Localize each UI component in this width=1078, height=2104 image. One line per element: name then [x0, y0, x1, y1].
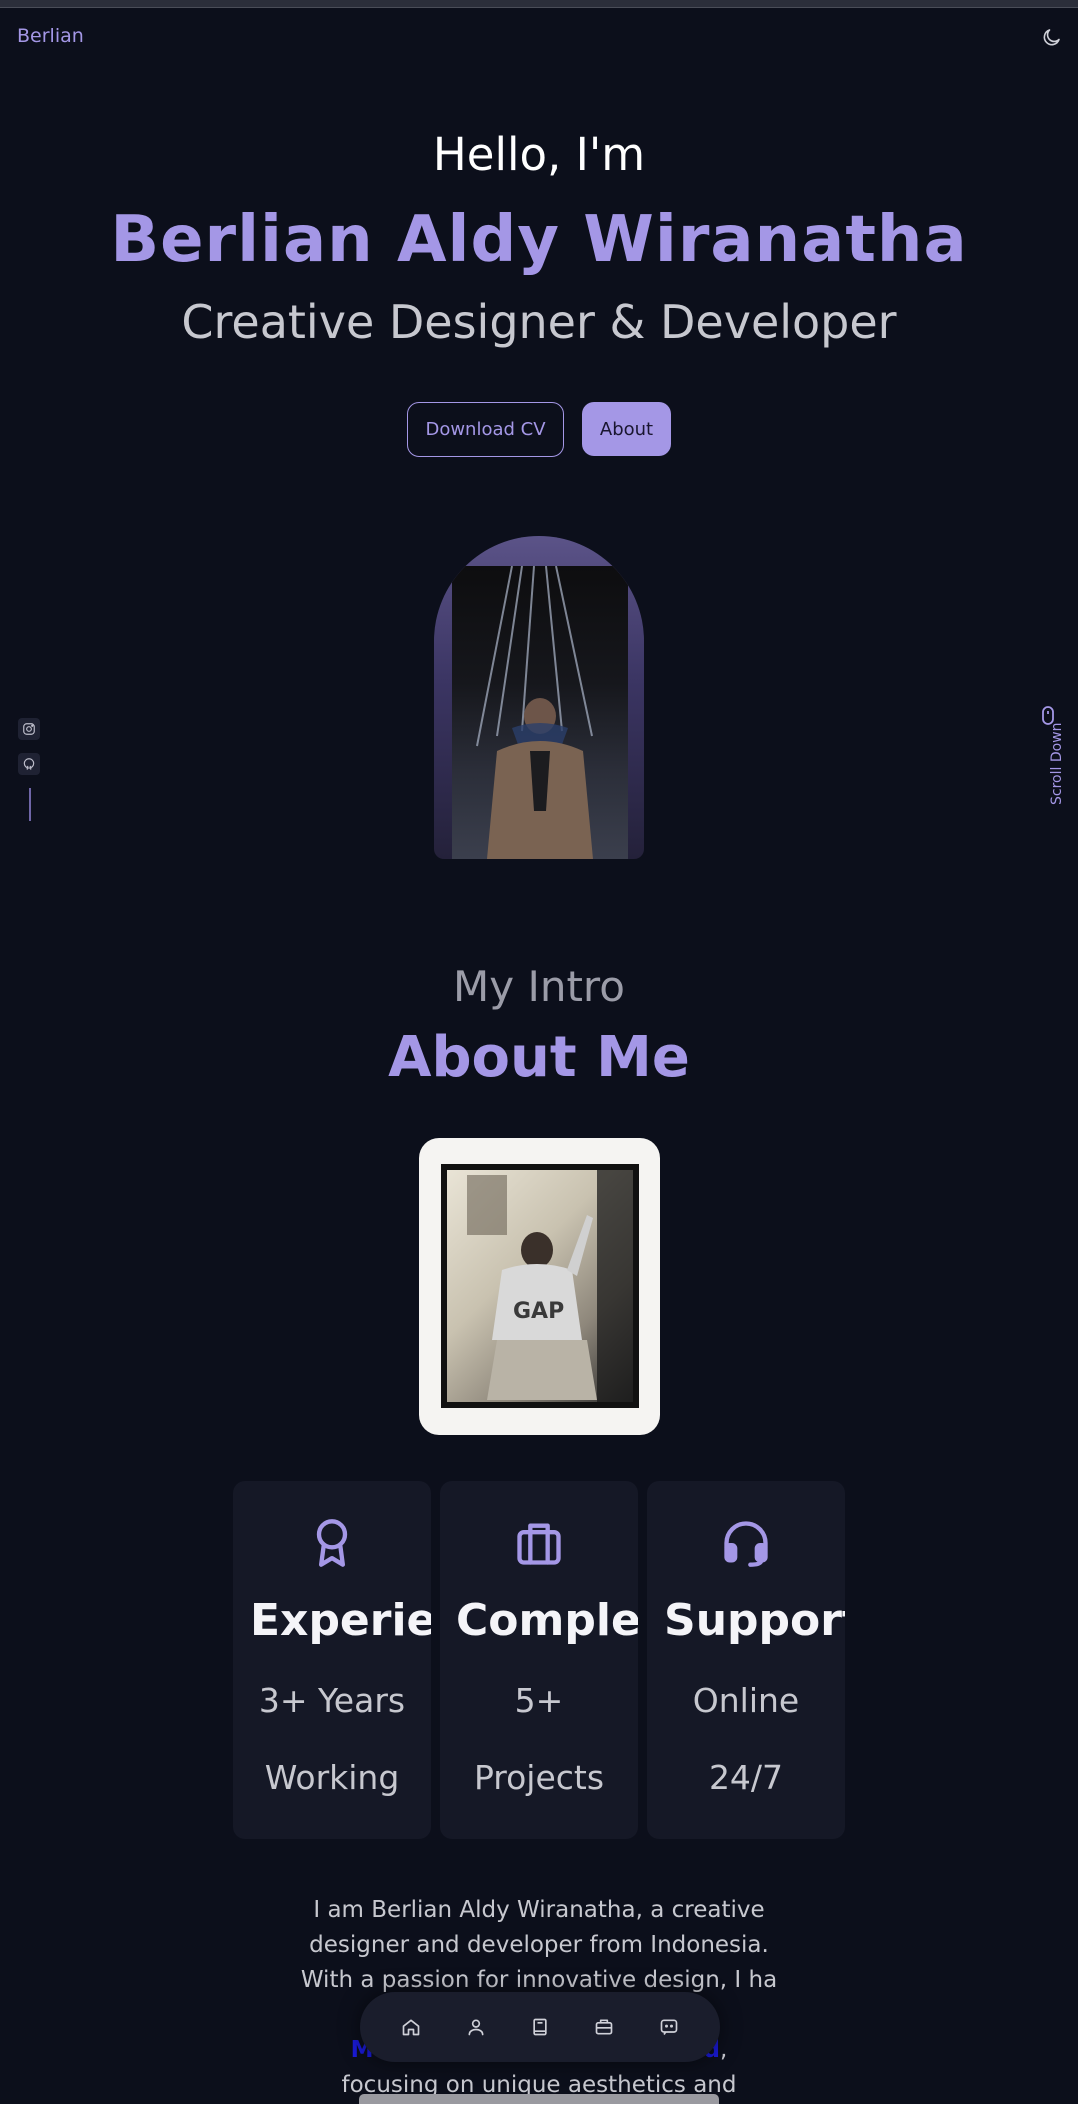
about-photo: GAP	[441, 1164, 639, 1408]
hero-photo	[452, 566, 628, 859]
scroll-down-label[interactable]: Scroll Down	[1049, 723, 1065, 806]
social-links	[18, 718, 42, 821]
card-value: Online	[692, 1681, 800, 1720]
card-caption: 24/7	[708, 1758, 784, 1797]
bio-text: I am Berlian Aldy Wiranatha, a creative …	[300, 1897, 778, 1993]
instagram-icon[interactable]	[18, 718, 40, 740]
hero-greeting: Hello, I'm	[432, 128, 646, 181]
download-cv-button[interactable]: Download CV	[407, 402, 564, 457]
hero-name: Berlian Aldy Wiranatha	[110, 203, 968, 277]
about-subtitle: My Intro	[453, 962, 625, 1011]
award-icon	[306, 1517, 358, 1569]
card-value: 3+ Years	[258, 1681, 406, 1720]
social-divider	[29, 788, 31, 821]
card-title: Completed	[456, 1595, 638, 1646]
briefcase-icon[interactable]	[591, 2014, 617, 2040]
about-title: About Me	[388, 1025, 690, 1090]
svg-text:GAP: GAP	[513, 1299, 564, 1324]
bottom-navigation	[360, 1992, 720, 2062]
book-icon[interactable]	[527, 2014, 553, 2040]
logo-link[interactable]: Berlian	[17, 25, 84, 47]
headset-icon	[720, 1517, 772, 1569]
hero-photo-frame	[434, 536, 644, 859]
user-icon[interactable]	[463, 2014, 489, 2040]
card-title: Experience	[250, 1595, 431, 1646]
top-border	[0, 0, 1078, 8]
about-button[interactable]: About	[582, 402, 671, 456]
experience-card: Experience 3+ Years Working	[233, 1481, 431, 1839]
completed-card: Completed 5+ Projects	[440, 1481, 638, 1839]
hero-role: Creative Designer & Developer	[181, 295, 897, 349]
card-title: Support	[664, 1595, 845, 1646]
card-value: 5+	[514, 1681, 564, 1720]
support-card: Support Online 24/7	[647, 1481, 845, 1839]
briefcase-icon	[513, 1517, 565, 1569]
home-icon[interactable]	[398, 2014, 424, 2040]
message-icon[interactable]	[656, 2014, 682, 2040]
card-caption: Working	[264, 1758, 400, 1797]
github-icon[interactable]	[18, 753, 40, 775]
about-photo-frame: GAP	[419, 1138, 660, 1435]
moon-icon[interactable]	[1040, 25, 1064, 49]
home-indicator	[359, 2094, 719, 2104]
card-caption: Projects	[473, 1758, 605, 1797]
